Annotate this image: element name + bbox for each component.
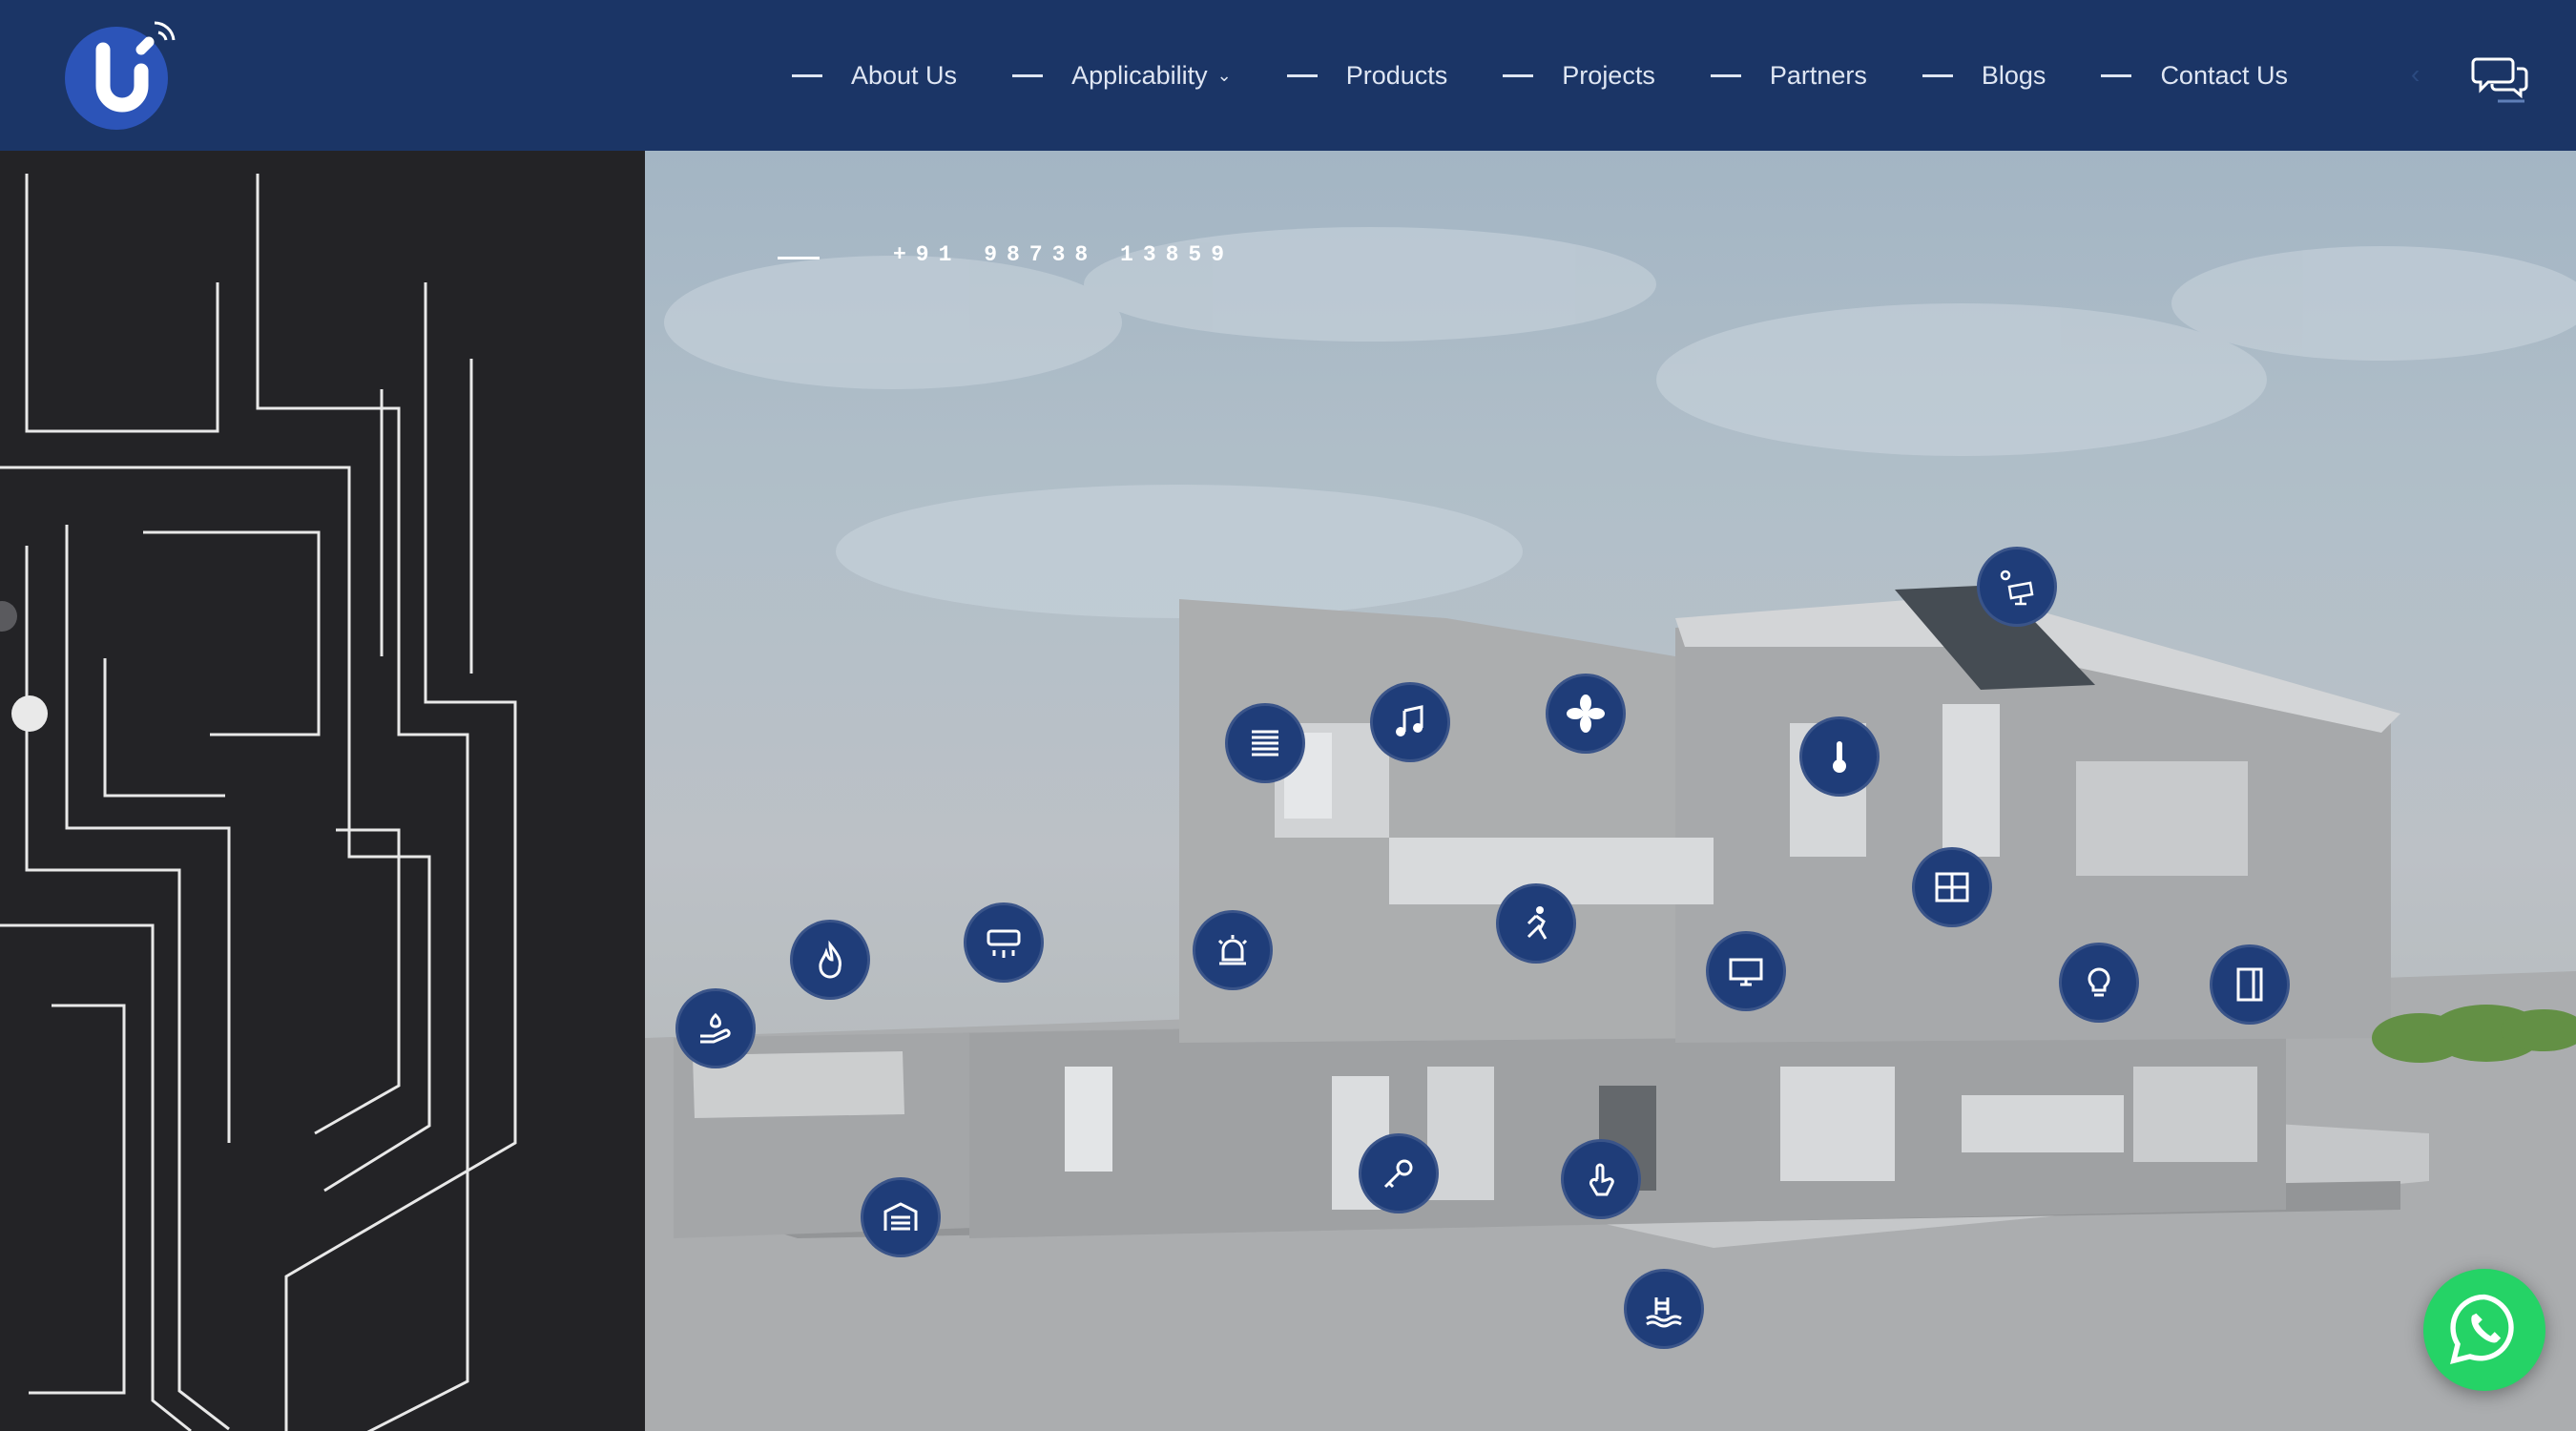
nav-dash (1503, 73, 1534, 77)
nav-label: About Us (851, 60, 958, 90)
nav-dash (2101, 73, 2132, 77)
nav-applicability[interactable]: Applicability ⌄ (1012, 61, 1232, 91)
chevron-down-icon: ⌄ (1216, 65, 1232, 85)
nav-label: Products (1345, 60, 1448, 90)
window-blinds-icon[interactable] (1225, 703, 1305, 783)
main-nav: About Us Applicability ⌄ Products Projec… (792, 0, 2343, 151)
music-icon[interactable] (1370, 682, 1450, 762)
scroll-progress-dot[interactable] (11, 695, 48, 732)
site-header: About Us Applicability ⌄ Products Projec… (0, 0, 2576, 151)
nav-blogs[interactable]: Blogs (1922, 61, 2046, 91)
chevron-left-icon[interactable]: ‹ (2411, 59, 2420, 90)
garden-irrigation-icon[interactable] (675, 988, 756, 1068)
pool-icon[interactable] (1624, 1269, 1704, 1349)
light-bulb-icon[interactable] (2059, 943, 2139, 1023)
nav-products[interactable]: Products (1286, 60, 1448, 91)
solar-panel-icon[interactable] (1977, 547, 2057, 627)
nav-label: Applicability (1071, 60, 1208, 90)
whatsapp-icon (2450, 1294, 2514, 1364)
alarm-icon[interactable] (1193, 910, 1273, 990)
nav-dash (1286, 73, 1318, 77)
motion-sensor-icon[interactable] (1496, 883, 1576, 964)
circuit-panel (0, 151, 645, 1431)
nav-dash (1012, 73, 1044, 77)
thermometer-icon[interactable] (1799, 716, 1880, 797)
window-icon[interactable] (1912, 847, 1992, 927)
hero-section: +91 98738 13859 (645, 151, 2576, 1431)
site-logo[interactable] (59, 15, 181, 132)
circuit-lines-graphic (0, 174, 517, 1431)
garage-icon[interactable] (861, 1177, 941, 1257)
nav-dash (1922, 73, 1953, 77)
ac-unit-icon[interactable] (964, 902, 1044, 983)
key-icon[interactable] (1359, 1133, 1439, 1213)
nav-label: Partners (1769, 60, 1867, 90)
nav-label: Contact Us (2160, 60, 2288, 90)
phone-dash (778, 257, 820, 259)
nav-partners[interactable]: Partners (1710, 60, 1867, 91)
nav-label: Blogs (1981, 60, 2046, 90)
nav-about-us[interactable]: About Us (792, 61, 957, 91)
nav-dash (1710, 73, 1741, 77)
door-icon[interactable] (2210, 944, 2290, 1025)
nav-label: Projects (1562, 60, 1655, 90)
whatsapp-button[interactable] (2423, 1269, 2545, 1391)
nav-projects[interactable]: Projects (1503, 61, 1655, 91)
phone-number[interactable]: +91 98738 13859 (893, 242, 1234, 267)
page: About Us Applicability ⌄ Products Projec… (0, 0, 2576, 1431)
chat-icon[interactable] (2471, 52, 2528, 105)
smart-house-illustration (645, 151, 2576, 1431)
fan-icon[interactable] (1546, 674, 1626, 754)
nav-contact-us[interactable]: Contact Us (2101, 61, 2288, 91)
tv-icon[interactable] (1706, 931, 1786, 1011)
touch-icon[interactable] (1561, 1139, 1641, 1219)
nav-dash (792, 73, 822, 77)
fire-icon[interactable] (790, 920, 870, 1000)
